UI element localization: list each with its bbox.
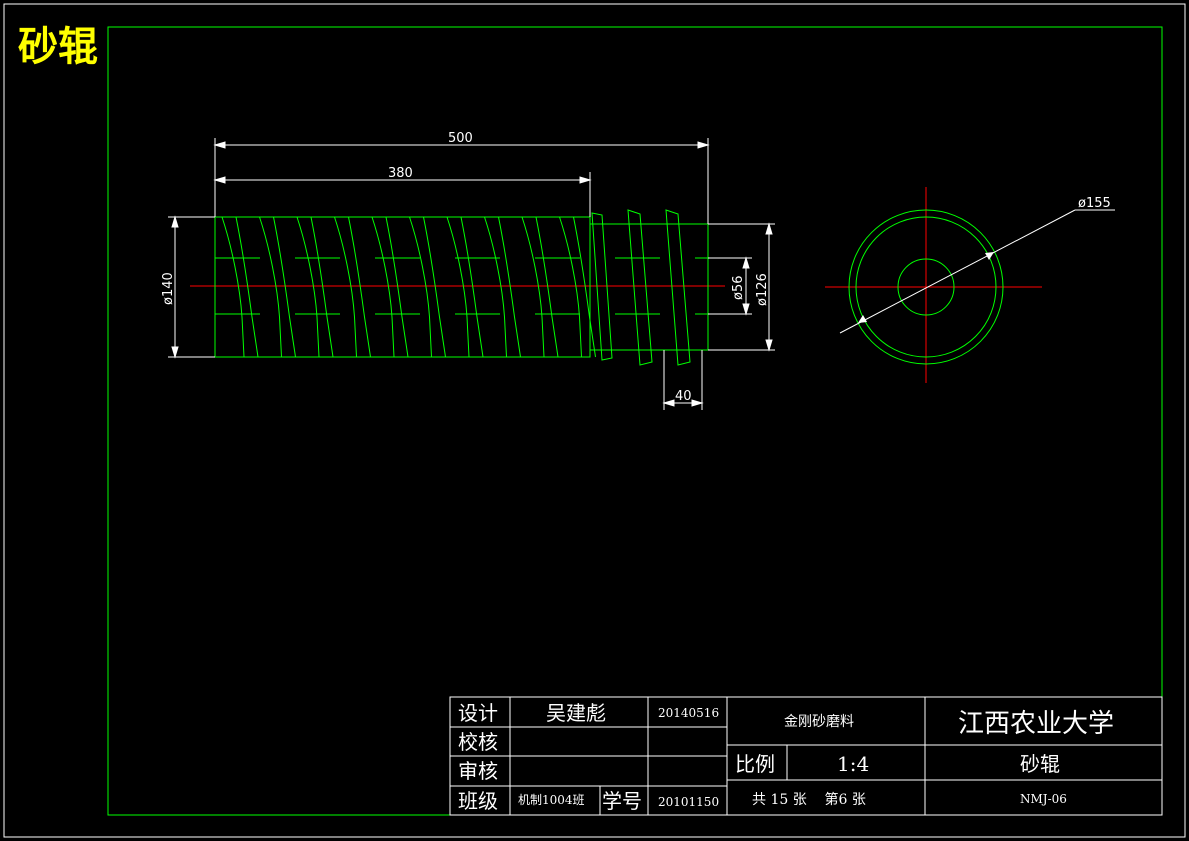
design-date: 20140516: [658, 706, 719, 720]
end-view: [825, 187, 1115, 383]
scale-label: 比例: [735, 752, 775, 776]
design-label: 设计: [458, 701, 498, 725]
drawing-number: NMJ-06: [1020, 792, 1067, 806]
material: 金刚砂磨料: [784, 714, 854, 730]
dim-outer-diameter: ø140: [161, 272, 176, 305]
dim-bore-diameter: ø56: [731, 276, 746, 301]
university-name: 江西农业大学: [958, 709, 1114, 739]
review-label: 审核: [458, 759, 498, 783]
sheet-info: 共 15 张 第6 张: [752, 791, 866, 808]
class-value: 机制1004班: [518, 793, 585, 807]
thread-helix-line: [259, 216, 296, 358]
end-thread-ring-2: [627, 209, 653, 366]
end-thread-ring-3: [665, 209, 691, 366]
dim-end-width: 40: [675, 389, 692, 404]
thread-helix-line: [371, 216, 409, 358]
student-no: 20101150: [658, 795, 719, 809]
cad-drawing-canvas: 砂辊 500 380 ø140 ø56 ø126 40 ø155 设计 吴建彪 …: [3, 3, 1186, 838]
dim-thread-length: 380: [388, 166, 413, 181]
side-view: [190, 209, 725, 366]
dim-end-view-diameter: ø155: [1078, 196, 1111, 211]
thread-helix-group: [221, 216, 596, 358]
thread-helix-line: [296, 216, 334, 358]
student-no-label: 学号: [602, 789, 642, 813]
thread-helix-line: [446, 216, 484, 358]
drawing-title: 砂辊: [18, 24, 98, 70]
roller-body-outline: [214, 216, 591, 358]
side-view-dimensions: [168, 138, 775, 410]
part-name: 砂辊: [1020, 752, 1060, 776]
thread-helix-line: [409, 216, 446, 358]
check-label: 校核: [458, 730, 498, 754]
thread-helix-line: [521, 216, 559, 358]
scale-value: 1:4: [837, 752, 869, 776]
dim-total-length: 500: [448, 131, 473, 146]
thread-helix-line: [334, 216, 371, 358]
class-label: 班级: [458, 789, 498, 813]
thread-helix-line: [221, 216, 259, 358]
dim-hub-diameter: ø126: [755, 273, 770, 306]
thread-helix-line: [484, 216, 521, 358]
designer-name: 吴建彪: [546, 701, 606, 725]
